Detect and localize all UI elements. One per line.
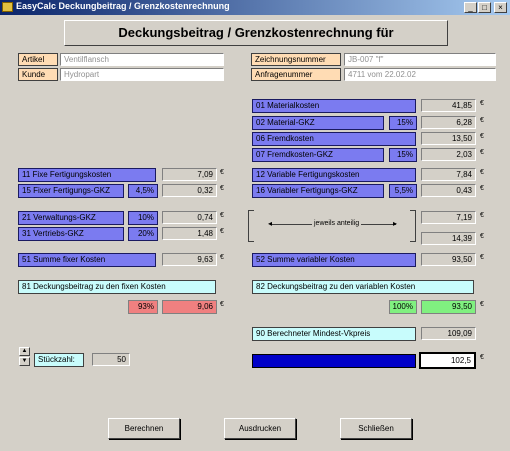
minimize-button[interactable]: _ [464,2,477,13]
variable-fertigungskosten-label: 12 Variable Fertigungskosten [252,168,416,182]
verkaufspreis-input[interactable]: 102,5 [419,352,476,369]
summe-fixer-kosten-label: 51 Summe fixer Kosten [18,253,156,267]
zeichnungsnummer-label: Zeichnungsnummer [251,53,341,66]
stueckzahl-down-button[interactable]: ▼ [19,357,30,366]
variabler-fertigungs-gkz-value: 0,43 [421,184,476,197]
summe-variabler-kosten-label: 52 Summe variabler Kosten [252,253,416,267]
stueckzahl-label: Stückzahl: [34,353,84,367]
vertriebs-gkz-label: 31 Vertriebs-GKZ [18,227,124,241]
euro-sign: € [480,117,484,124]
deckungsbeitrag-fix-label: 81 Deckungsbeitrag zu den fixen Kosten [18,280,216,294]
euro-sign: € [220,301,224,308]
euro-sign: € [480,301,484,308]
variabler-fertigungs-gkz-percent[interactable]: 5,5% [389,184,417,198]
stueckzahl-up-button[interactable]: ▲ [19,347,30,356]
euro-sign: € [220,185,224,192]
anteilig-value-2: 14,39 [421,232,476,245]
deckungsbeitrag-variabel-label: 82 Deckungsbeitrag zu den variablen Kost… [252,280,474,294]
euro-sign: € [480,233,484,240]
euro-sign: € [480,212,484,219]
deckungsbeitrag-variabel-value: 93,50 [421,300,476,314]
deckungsbeitrag-fix-percent: 93% [128,300,158,314]
mindest-vkpreis-value: 109,09 [421,327,476,340]
left-bracket [248,210,254,242]
jeweils-anteilig-text: jeweils anteilig [312,220,362,227]
materialkosten-value: 41,85 [421,99,476,112]
material-gkz-label: 02 Material-GKZ [252,116,384,130]
euro-sign: € [220,228,224,235]
artikel-field[interactable]: Ventilflansch [60,53,224,66]
close-button[interactable]: × [494,2,507,13]
stueckzahl-value[interactable]: 50 [92,353,130,366]
euro-sign: € [480,354,484,361]
vertriebs-gkz-value: 1,48 [162,227,217,240]
anfragenummer-field[interactable]: 4711 vom 22.02.02 [344,68,496,81]
fremdkosten-value: 13,50 [421,132,476,145]
ausdrucken-button[interactable]: Ausdrucken [224,418,296,439]
variable-fertigungskosten-value: 7,84 [421,168,476,181]
summe-variabler-kosten-value: 93,50 [421,253,476,266]
summe-fixer-kosten-value: 9,63 [162,253,217,266]
euro-sign: € [220,254,224,261]
euro-sign: € [480,185,484,192]
fixer-fertigungs-gkz-value: 0,32 [162,184,217,197]
euro-sign: € [480,169,484,176]
verwaltungs-gkz-percent[interactable]: 10% [128,211,158,225]
right-bracket [410,210,416,242]
arrow-right-icon: ▸ [393,219,398,228]
app-icon [2,2,13,12]
fixer-fertigungs-gkz-label: 15 Fixer Fertigungs-GKZ [18,184,124,198]
page-title: Deckungsbeitrag / Grenzkostenrechnung fü… [64,20,448,46]
anfragenummer-label: Anfragenummer [251,68,341,81]
title-bar: EasyCalc Deckungbeitrag / Grenzkostenrec… [0,0,510,15]
zeichnungsnummer-field[interactable]: JB-007 "f" [344,53,496,66]
main-window: EasyCalc Deckungbeitrag / Grenzkostenrec… [0,0,510,451]
euro-sign: € [480,254,484,261]
material-gkz-percent[interactable]: 15% [389,116,417,130]
fixe-fertigungskosten-label: 11 Fixe Fertigungskosten [18,168,156,182]
euro-sign: € [220,212,224,219]
fixer-fertigungs-gkz-percent[interactable]: 4,5% [128,184,158,198]
fremdkosten-gkz-value: 2,03 [421,148,476,161]
euro-sign: € [480,149,484,156]
vertriebs-gkz-percent[interactable]: 20% [128,227,158,241]
fremdkosten-gkz-percent[interactable]: 15% [389,148,417,162]
euro-sign: € [480,100,484,107]
artikel-label: Artikel [18,53,58,66]
kunde-label: Kunde [18,68,58,81]
fremdkosten-gkz-label: 07 Fremdkosten-GKZ [252,148,384,162]
verkaufspreis-label [252,354,416,368]
deckungsbeitrag-variabel-percent: 100% [389,300,417,314]
schliessen-button[interactable]: Schließen [340,418,412,439]
arrow-left-icon: ◂ [268,219,273,228]
fremdkosten-label: 06 Fremdkosten [252,132,416,146]
variabler-fertigungs-gkz-label: 16 Variabler Fertigungs-GKZ [252,184,384,198]
kunde-field[interactable]: Hydropart [60,68,224,81]
verwaltungs-gkz-label: 21 Verwaltungs-GKZ [18,211,124,225]
deckungsbeitrag-fix-value: 9,06 [162,300,217,314]
material-gkz-value: 6,28 [421,116,476,129]
window-title: EasyCalc Deckungbeitrag / Grenzkostenrec… [16,1,230,11]
anteilig-value-1: 7,19 [421,211,476,224]
euro-sign: € [480,133,484,140]
euro-sign: € [220,169,224,176]
verwaltungs-gkz-value: 0,74 [162,211,217,224]
maximize-button[interactable]: □ [478,2,491,13]
berechnen-button[interactable]: Berechnen [108,418,180,439]
materialkosten-label: 01 Materialkosten [252,99,416,113]
fixe-fertigungskosten-value: 7,09 [162,168,217,181]
mindest-vkpreis-label: 90 Berechneter Mindest-Vkpreis [252,327,416,341]
